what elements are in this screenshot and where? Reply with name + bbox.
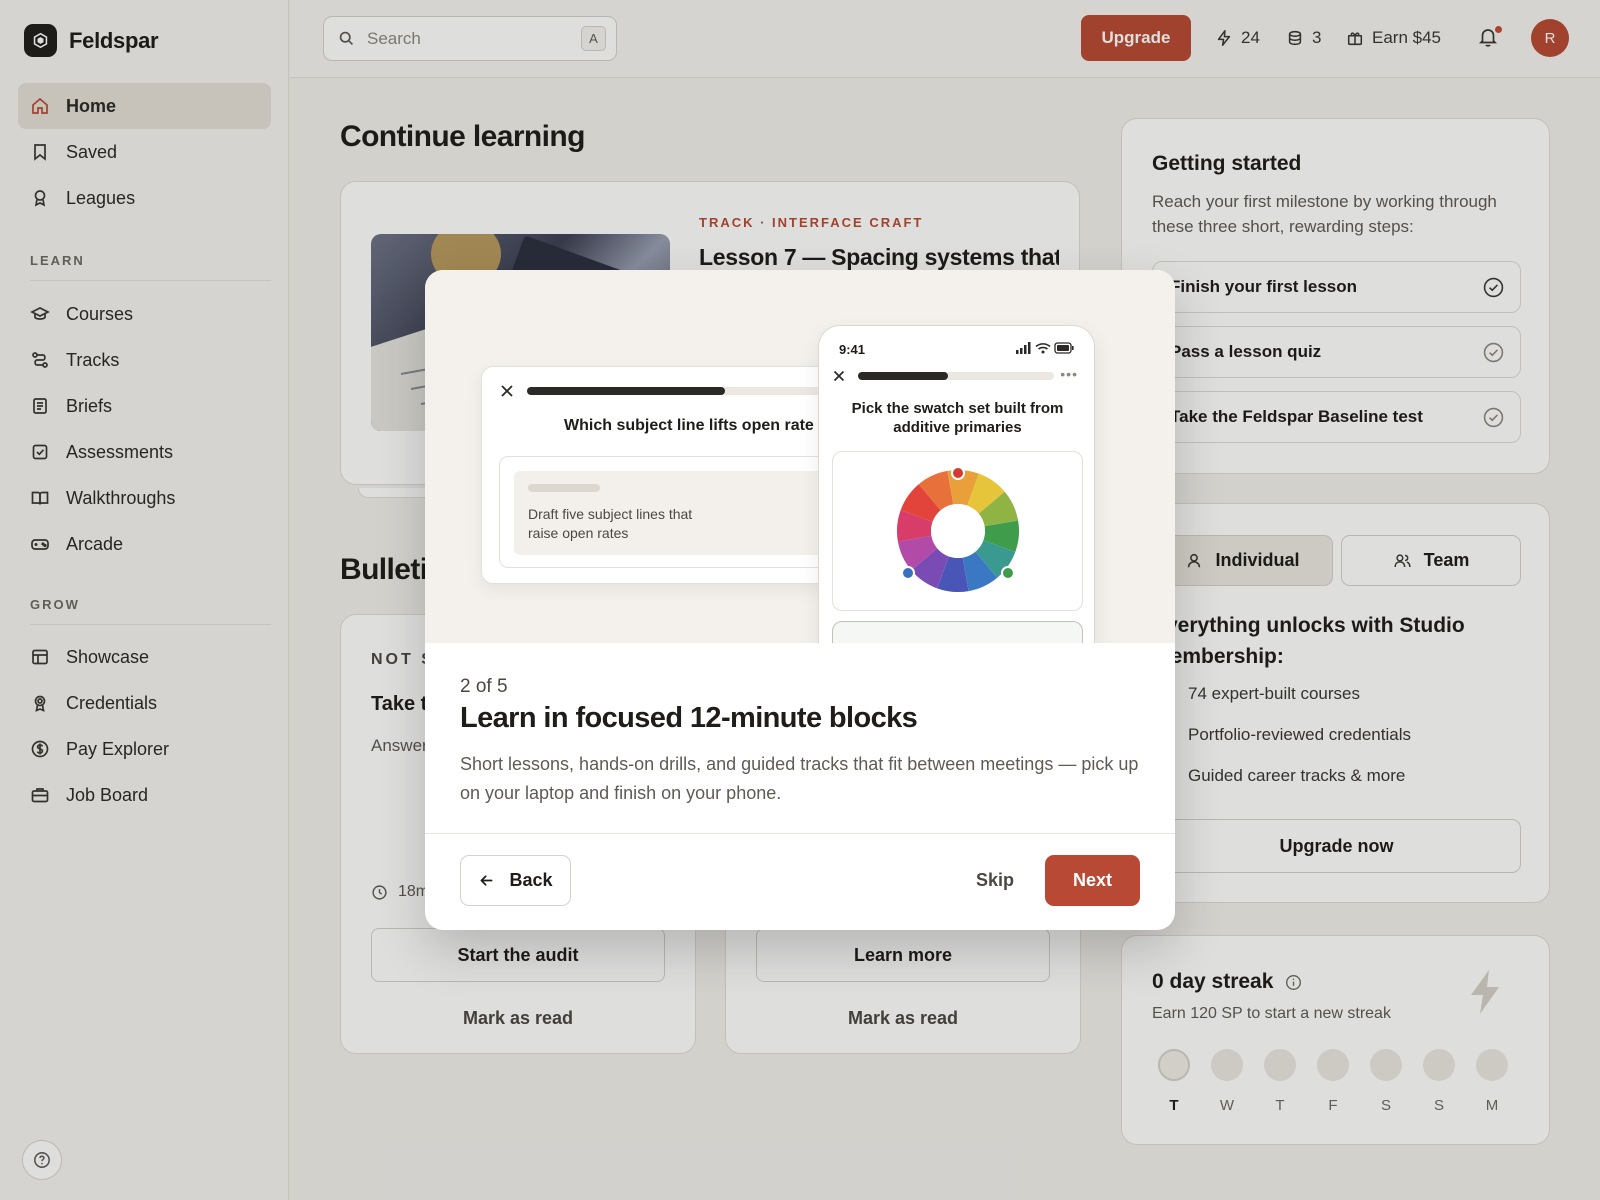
close-icon (500, 384, 514, 398)
onboarding-modal: Which subject line lifts open rate m Dra… (425, 270, 1175, 930)
modal-description: Short lessons, hands-on drills, and guid… (460, 754, 1139, 803)
back-label: Back (509, 870, 553, 890)
mockup-answer-text: Draft five subject lines that raise open… (528, 506, 693, 541)
close-icon (833, 370, 845, 382)
mockup-answer-panel: Draft five subject lines that raise open… (499, 456, 859, 568)
phone-question: Pick the swatch set built from additive … (851, 400, 1064, 436)
arrow-left-icon (478, 872, 495, 889)
phone-progress-track (858, 372, 1054, 380)
modal-illustration: Which subject line lifts open rate m Dra… (425, 270, 1175, 643)
desktop-lesson-mockup: Which subject line lifts open rate m Dra… (481, 366, 871, 584)
mockup-answer-box: Draft five subject lines that raise open… (514, 471, 854, 555)
mockup-progress-track (527, 387, 857, 395)
mockup-progress-fill (527, 387, 725, 395)
phone-lesson-mockup: 9:41 ••• Pick the swatch set built from … (818, 325, 1095, 643)
step-counter: 2 of 5 (460, 676, 508, 697)
modal-divider (425, 833, 1175, 834)
more-icon: ••• (1060, 366, 1078, 382)
skip-button[interactable]: Skip (965, 855, 1025, 906)
phone-progress-fill (858, 372, 949, 380)
back-button[interactable]: Back (460, 855, 571, 906)
phone-status-icons (1016, 342, 1074, 354)
next-button[interactable]: Next (1045, 855, 1140, 906)
mockup-placeholder-bar (528, 484, 600, 492)
phone-answer-option (832, 621, 1083, 643)
phone-time: 9:41 (839, 342, 866, 357)
color-wheel-icon (896, 466, 1019, 592)
color-wheel-option (832, 451, 1083, 611)
modal-title: Learn in focused 12-minute blocks (460, 702, 918, 734)
